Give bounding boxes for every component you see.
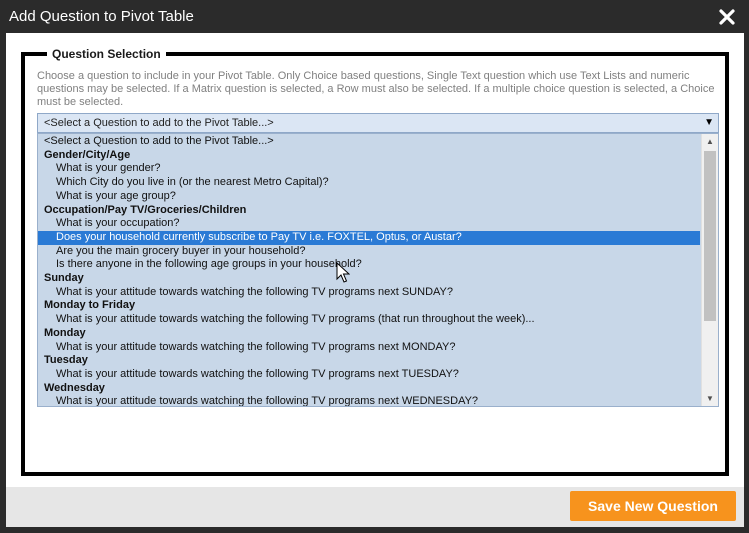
chevron-down-icon: ▼ <box>704 117 714 128</box>
dialog-footer: Save New Question <box>6 487 744 527</box>
listbox-scrollbar[interactable]: ▲ ▼ <box>701 134 718 406</box>
list-item[interactable]: Are you the main grocery buyer in your h… <box>38 245 700 259</box>
question-select-value: <Select a Question to add to the Pivot T… <box>44 117 274 129</box>
option-group: Wednesday <box>44 381 105 394</box>
option-group: Tuesday <box>44 354 88 367</box>
list-item[interactable]: Which City do you live in (or the neares… <box>38 176 700 190</box>
dialog-title: Add Question to Pivot Table <box>9 8 194 25</box>
mouse-pointer-icon <box>336 262 350 283</box>
scroll-up-icon[interactable]: ▲ <box>702 134 718 149</box>
scrollbar-thumb[interactable] <box>704 151 716 321</box>
option-group: Gender/City/Age <box>44 148 131 161</box>
option-group: Monday to Friday <box>44 299 136 312</box>
list-item[interactable]: <Select a Question to add to the Pivot T… <box>38 135 700 149</box>
list-item[interactable]: What is your attitude towards watching t… <box>38 395 700 406</box>
question-selection-group: Question Selection Choose a question to … <box>21 46 729 476</box>
question-select[interactable]: <Select a Question to add to the Pivot T… <box>37 113 719 133</box>
question-listbox[interactable]: <Select a Question to add to the Pivot T… <box>37 133 719 407</box>
close-icon[interactable] <box>717 7 737 27</box>
section-legend: Question Selection <box>47 46 166 62</box>
dialog-body: Question Selection Choose a question to … <box>6 33 744 487</box>
dialog-titlebar: Add Question to Pivot Table <box>0 0 749 33</box>
section-description: Choose a question to include in your Piv… <box>37 70 715 108</box>
section-legend-text: Question Selection <box>52 47 161 61</box>
list-item[interactable]: Does your household currently subscribe … <box>38 230 700 245</box>
save-new-question-button[interactable]: Save New Question <box>570 491 736 521</box>
add-question-dialog: Add Question to Pivot Table Question Sel… <box>0 0 749 533</box>
list-item[interactable]: What is your gender? <box>38 162 700 176</box>
list-item[interactable]: What is your occupation? <box>38 217 700 231</box>
option-group: Sunday <box>44 272 84 284</box>
list-item[interactable]: What is your attitude towards watching t… <box>38 313 700 327</box>
option-group: Occupation/Pay TV/Groceries/Children <box>44 203 247 216</box>
list-item[interactable]: What is your attitude towards watching t… <box>38 341 700 355</box>
list-item[interactable]: Is there anyone in the following age gro… <box>38 258 700 272</box>
scroll-down-icon[interactable]: ▼ <box>702 391 718 406</box>
list-item[interactable]: What is your attitude towards watching t… <box>38 368 700 382</box>
list-item[interactable]: What is your attitude towards watching t… <box>38 286 700 300</box>
option-group: Monday <box>44 326 86 339</box>
list-item[interactable]: What is your age group? <box>38 190 700 204</box>
